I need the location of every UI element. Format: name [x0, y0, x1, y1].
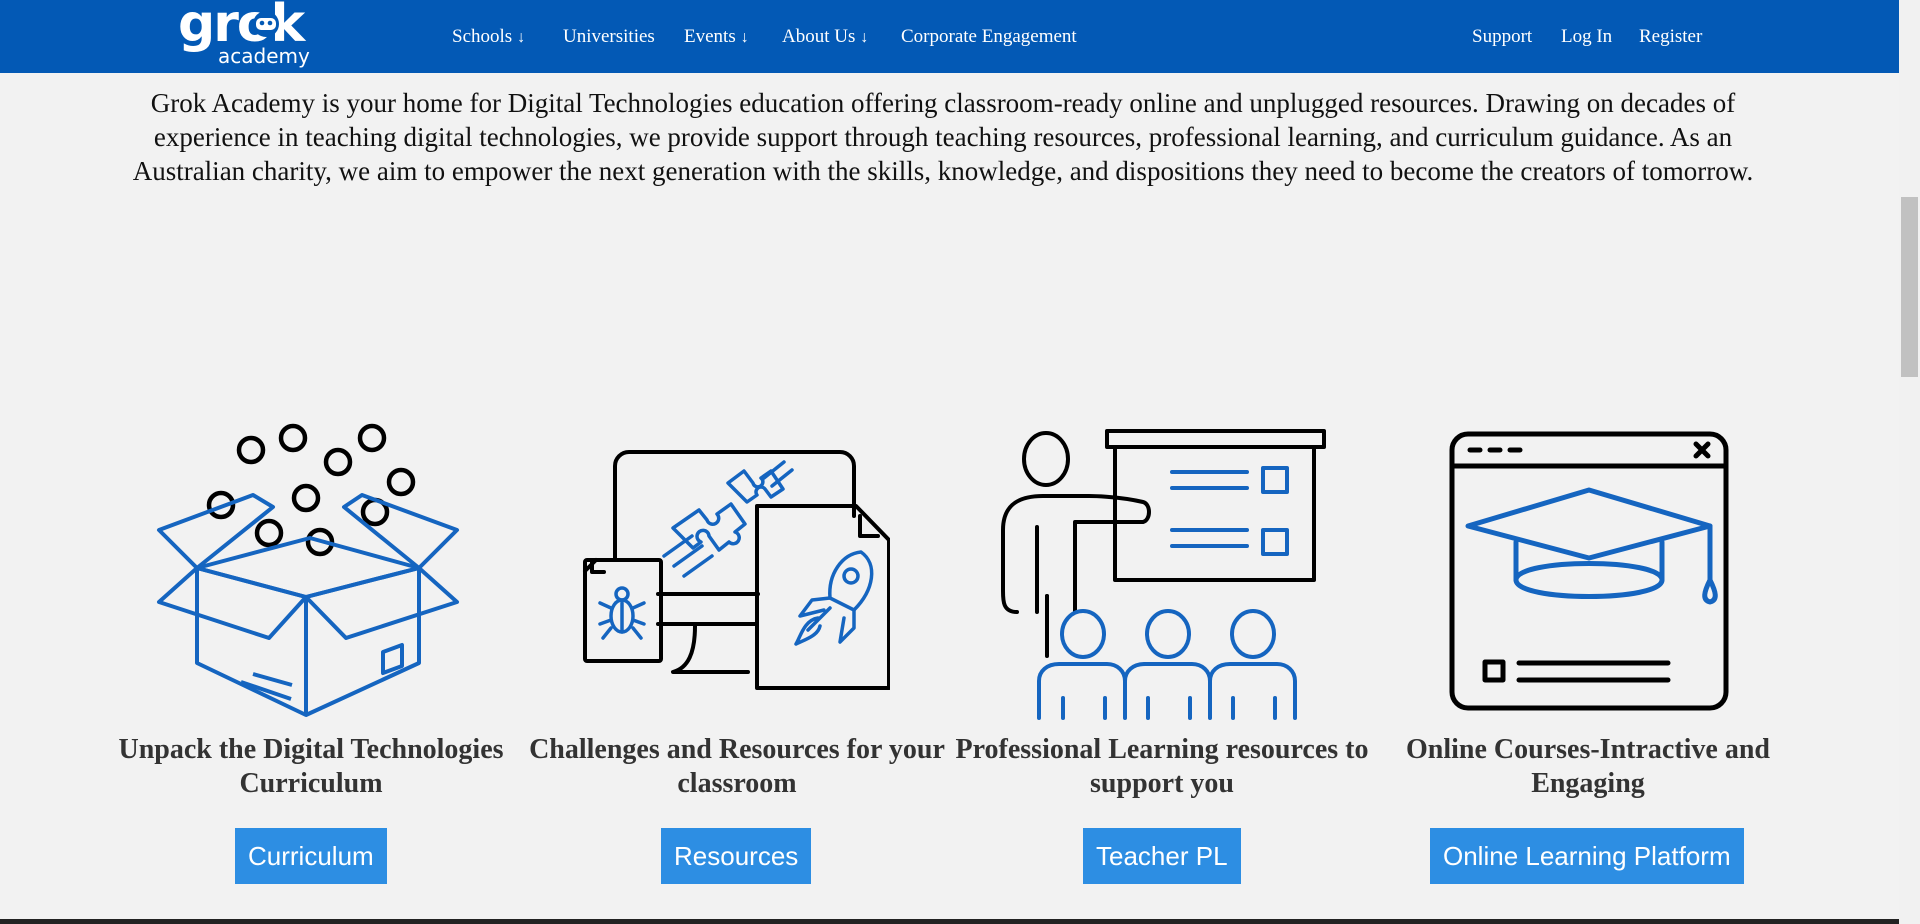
vertical-scrollbar-track[interactable]: [1899, 0, 1920, 924]
monitor-documents-icon: [578, 448, 890, 693]
card-title-teacher-pl: Professional Learning resources to suppo…: [955, 734, 1369, 799]
curriculum-box-icon: [150, 420, 470, 720]
resources-button[interactable]: Resources: [661, 828, 812, 884]
nav-universities[interactable]: Universities: [563, 26, 655, 48]
vertical-scrollbar-thumb[interactable]: [1901, 197, 1918, 377]
nav-schools-label: Schools: [452, 26, 513, 47]
chevron-down-icon: ↓: [740, 29, 749, 46]
chevron-down-icon: ↓: [860, 29, 869, 46]
top-navbar: grok academy Schools ↓ Universities Event…: [0, 0, 1899, 73]
nav-corporate-engagement-label: Corporate Engagement: [901, 26, 1077, 47]
online-learning-platform-button[interactable]: Online Learning Platform: [1430, 828, 1744, 884]
chevron-down-icon: ↓: [517, 29, 526, 46]
nav-universities-label: Universities: [563, 26, 655, 47]
nav-corporate-engagement[interactable]: Corporate Engagement: [901, 26, 1077, 48]
nav-about-us[interactable]: About Us ↓: [782, 26, 868, 49]
intro-paragraph: Grok Academy is your home for Digital Te…: [132, 88, 1754, 186]
card-title-online-courses: Online Courses-Intractive and Engaging: [1406, 734, 1770, 799]
nav-support-label: Support: [1472, 26, 1533, 47]
graduation-cap-browser-icon: [1448, 430, 1730, 712]
nav-register[interactable]: Register: [1639, 26, 1702, 48]
nav-log-in-label: Log In: [1561, 26, 1613, 47]
nav-log-in[interactable]: Log In: [1561, 26, 1612, 48]
logo-subtitle: academy: [218, 44, 310, 68]
nav-events-label: Events: [684, 26, 736, 47]
nav-events[interactable]: Events ↓: [684, 26, 749, 49]
nav-schools[interactable]: Schools ↓: [452, 26, 525, 49]
card-title-curriculum: Unpack the Digital Technologies Curricul…: [118, 734, 504, 799]
bottom-taskbar-edge: [0, 919, 1899, 924]
card-title-resources: Challenges and Resources for your classr…: [529, 734, 945, 799]
logo-face-icon: [253, 11, 279, 37]
teacher-presentation-icon: [997, 426, 1327, 720]
nav-support[interactable]: Support: [1472, 26, 1532, 48]
grok-academy-logo[interactable]: grok academy: [178, 0, 320, 70]
curriculum-button[interactable]: Curriculum: [235, 828, 387, 884]
nav-register-label: Register: [1639, 26, 1703, 47]
nav-about-us-label: About Us: [782, 26, 856, 47]
teacher-pl-button[interactable]: Teacher PL: [1083, 828, 1241, 884]
